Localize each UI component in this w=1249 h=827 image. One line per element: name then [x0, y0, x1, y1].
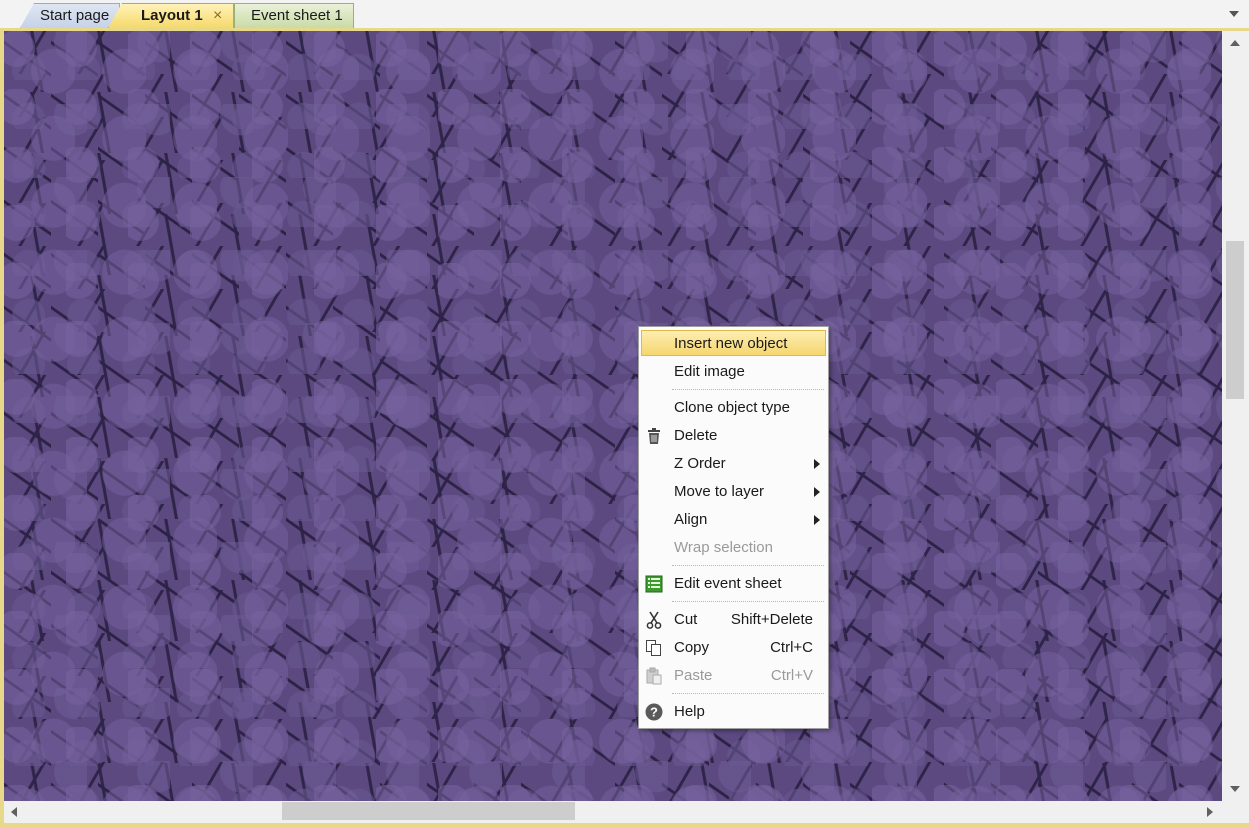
vertical-scroll-thumb[interactable] — [1226, 241, 1244, 399]
menu-item-label: Delete — [674, 427, 718, 444]
menu-item-edit-event-sheet[interactable]: Edit event sheet — [641, 571, 826, 597]
submenu-arrow-icon — [814, 459, 820, 469]
copy-icon — [646, 640, 661, 656]
menu-item-delete[interactable]: Delete — [641, 423, 826, 449]
horizontal-scrollbar[interactable] — [4, 801, 1222, 823]
tab-strip: Start page Event sheet 1 Layout 1 × — [0, 0, 1249, 29]
menu-item-shortcut: Shift+Delete — [730, 611, 813, 628]
tab-label: Event sheet 1 — [251, 7, 343, 24]
submenu-arrow-icon — [814, 487, 820, 497]
vertical-scrollbar[interactable] — [1222, 31, 1249, 801]
menu-item-help[interactable]: ? Help — [641, 699, 826, 725]
scroll-up-icon[interactable] — [1230, 40, 1240, 46]
submenu-arrow-icon — [814, 515, 820, 525]
menu-item-label: Move to layer — [674, 483, 765, 500]
scrollbar-corner — [1222, 801, 1249, 823]
menu-item-z-order[interactable]: Z Order — [641, 451, 826, 477]
menu-separator — [672, 565, 824, 566]
menu-item-shortcut: Ctrl+V — [770, 667, 813, 684]
tab-list-dropdown-icon[interactable] — [1229, 11, 1239, 17]
scroll-left-icon[interactable] — [11, 807, 17, 817]
menu-item-label: Cut — [674, 611, 698, 628]
trash-icon — [648, 428, 660, 444]
menu-item-label: Wrap selection — [674, 539, 773, 556]
menu-item-edit-image[interactable]: Edit image — [641, 359, 826, 385]
menu-separator — [672, 389, 824, 390]
tab-label: Start page — [40, 7, 110, 24]
menu-separator — [672, 693, 824, 694]
svg-text:?: ? — [650, 705, 658, 720]
menu-item-label: Edit event sheet — [674, 575, 782, 592]
menu-item-copy[interactable]: Copy Ctrl+C — [641, 635, 826, 661]
menu-item-label: Edit image — [674, 363, 745, 380]
help-icon: ? — [645, 703, 663, 721]
menu-item-wrap-selection: Wrap selection — [641, 535, 826, 561]
tab-layout-1[interactable]: Layout 1 × — [108, 3, 234, 28]
paste-icon — [646, 667, 662, 685]
frame-bottom-edge — [0, 823, 1249, 827]
menu-item-label: Insert new object — [674, 335, 788, 352]
menu-item-label: Paste — [674, 667, 713, 684]
tab-event-sheet-1[interactable]: Event sheet 1 — [234, 3, 354, 28]
menu-item-label: Clone object type — [674, 399, 790, 416]
menu-item-align[interactable]: Align — [641, 507, 826, 533]
scroll-right-icon[interactable] — [1207, 807, 1213, 817]
context-menu: Insert new object Edit image Clone objec… — [638, 326, 829, 729]
event-sheet-icon — [645, 575, 663, 593]
menu-item-label: Copy — [674, 639, 710, 656]
menu-item-paste: Paste Ctrl+V — [641, 663, 826, 689]
menu-separator — [672, 601, 824, 602]
horizontal-scroll-thumb[interactable] — [282, 802, 575, 820]
menu-item-shortcut: Ctrl+C — [770, 639, 813, 656]
menu-item-clone-object-type[interactable]: Clone object type — [641, 395, 826, 421]
close-icon[interactable]: × — [213, 4, 222, 28]
menu-item-label: Align — [674, 511, 708, 528]
tab-start-page[interactable]: Start page — [20, 3, 120, 28]
scroll-down-icon[interactable] — [1230, 786, 1240, 792]
tab-label: Layout 1 — [141, 7, 203, 24]
menu-item-cut[interactable]: Cut Shift+Delete — [641, 607, 826, 633]
menu-item-move-to-layer[interactable]: Move to layer — [641, 479, 826, 505]
menu-item-label: Z Order — [674, 455, 726, 472]
menu-item-label: Help — [674, 703, 705, 720]
menu-item-insert-new-object[interactable]: Insert new object — [641, 330, 826, 356]
scissors-icon — [646, 611, 662, 629]
layout-canvas[interactable] — [4, 31, 1222, 801]
